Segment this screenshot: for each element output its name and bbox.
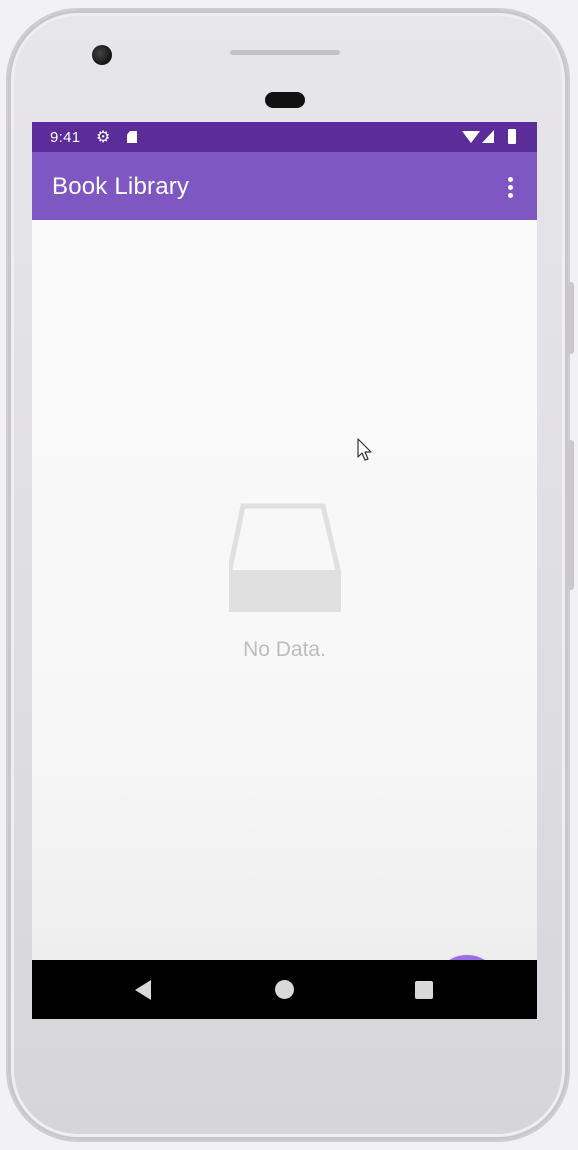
wifi-icon xyxy=(462,131,480,143)
overflow-menu-icon[interactable] xyxy=(496,170,524,204)
menu-dot xyxy=(507,176,513,182)
home-icon[interactable] xyxy=(275,980,294,999)
front-camera xyxy=(92,45,112,65)
device-screen: 9:41 ⚙ Book Library No Data. + xyxy=(32,122,537,1019)
menu-dot xyxy=(507,184,513,190)
app-bar: Book Library xyxy=(32,152,537,220)
settings-icon: ⚙ xyxy=(96,129,111,146)
battery-icon xyxy=(508,129,516,144)
empty-state: No Data. xyxy=(227,500,342,661)
volume-button xyxy=(568,440,574,590)
status-bar: 9:41 ⚙ xyxy=(32,122,537,152)
power-button xyxy=(568,282,574,354)
navigation-bar xyxy=(32,960,537,1019)
status-time: 9:41 xyxy=(50,129,81,146)
signal-icon xyxy=(482,130,494,143)
empty-message: No Data. xyxy=(243,638,326,661)
empty-tray-icon xyxy=(229,503,341,612)
back-icon[interactable] xyxy=(135,980,151,1000)
sd-card-icon xyxy=(127,131,137,143)
mouse-cursor-icon xyxy=(357,438,372,461)
earpiece-speaker xyxy=(230,50,340,55)
proximity-sensor xyxy=(265,92,305,108)
book-list-area[interactable]: No Data. + xyxy=(32,220,537,1019)
recents-icon[interactable] xyxy=(415,981,433,999)
app-title: Book Library xyxy=(52,173,190,200)
menu-dot xyxy=(507,192,513,198)
